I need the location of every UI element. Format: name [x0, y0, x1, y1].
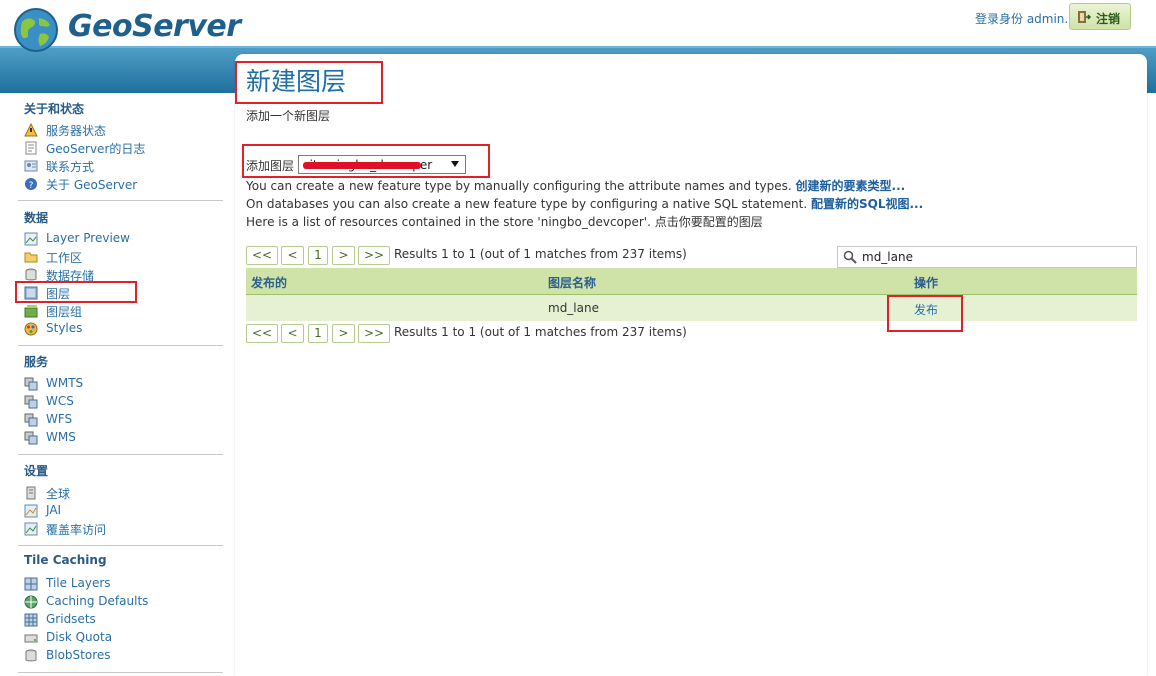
- sidebar-item-label: Disk Quota: [46, 630, 113, 644]
- blobstores-icon: [25, 649, 37, 662]
- sidebar-item-label: 覆盖率访问: [46, 523, 107, 537]
- highlight-box: [235, 61, 383, 104]
- global-icon: [26, 486, 36, 500]
- sidebar-divider: [18, 454, 223, 455]
- tile-layers-icon: [24, 577, 38, 591]
- sidebar-item-label: WMTS: [46, 376, 84, 390]
- workspace-icon: [24, 252, 38, 263]
- sidebar-divider: [18, 545, 223, 546]
- store-icon: [25, 268, 37, 281]
- sidebar-item-label: WFS: [46, 412, 73, 426]
- logout-icon: [1078, 11, 1091, 23]
- pager-prev-button[interactable]: <: [281, 246, 304, 265]
- pager-first-button[interactable]: <<: [246, 246, 278, 265]
- sidebar-item-label: BlobStores: [46, 648, 111, 662]
- info-text: You can create a new feature type by man…: [246, 179, 792, 193]
- search-input[interactable]: [862, 249, 1122, 265]
- sidebar-item-label: Caching Defaults: [46, 594, 149, 608]
- geoserver-logo-text: GeoServer: [68, 9, 241, 44]
- sidebar-item-label: WCS: [46, 394, 74, 408]
- sidebar-divider: [18, 672, 223, 673]
- search-icon: [843, 250, 857, 264]
- sidebar-item-label: Layer Preview: [46, 231, 130, 245]
- sidebar-item-label: 工作区: [46, 251, 83, 265]
- pager-last-button[interactable]: >>: [358, 324, 390, 343]
- column-header-action: 操作: [914, 276, 939, 290]
- sidebar-item-label: Styles: [46, 321, 83, 335]
- sidebar: 关于和状态 服务器状态 GeoServer的日志 联系方式 ? 关于 GeoSe…: [0, 91, 235, 676]
- logout-label: 注销: [1096, 12, 1121, 26]
- sidebar-item-label: JAI: [46, 503, 62, 517]
- disk-quota-icon: [24, 634, 38, 643]
- service-icon: [24, 395, 38, 409]
- highlight-box: [887, 295, 963, 332]
- service-icon: [24, 413, 38, 427]
- sidebar-item-label: WMS: [46, 430, 76, 444]
- jai-icon: [24, 504, 38, 518]
- table-header: 发布的 图层名称 操作: [246, 268, 1137, 295]
- sidebar-section-settings: 设置: [24, 464, 49, 478]
- sidebar-section-about: 关于和状态: [24, 102, 85, 116]
- layergroup-icon: [24, 305, 38, 318]
- configure-sql-view-link[interactable]: 配置新的SQL视图...: [811, 197, 923, 211]
- create-feature-type-link[interactable]: 创建新的要素类型...: [796, 179, 906, 193]
- cell-layer-name: md_lane: [548, 301, 599, 315]
- sidebar-item-label: 全球: [46, 487, 71, 501]
- sidebar-divider: [18, 200, 223, 201]
- about-icon: ?: [25, 178, 37, 191]
- sidebar-section-tile-caching: Tile Caching: [24, 553, 107, 567]
- pager-result-text: Results 1 to 1 (out of 1 matches from 23…: [394, 325, 687, 339]
- pager-next-button[interactable]: >: [332, 246, 355, 265]
- login-status: 登录身份 admin.: [975, 12, 1069, 26]
- search-field[interactable]: [837, 246, 1137, 268]
- layer-preview-icon: [24, 232, 38, 246]
- column-header-published[interactable]: 发布的: [251, 274, 287, 291]
- sidebar-item-label: GeoServer的日志: [46, 142, 146, 156]
- styles-icon: [24, 322, 38, 336]
- sidebar-item-label: Gridsets: [46, 612, 96, 626]
- geoserver-globe-icon: [14, 8, 58, 52]
- sidebar-item-label: 联系方式: [46, 160, 95, 174]
- pager-last-button[interactable]: >>: [358, 246, 390, 265]
- info-line-sql-view: On databases you can also create a new f…: [246, 195, 923, 212]
- service-icon: [24, 431, 38, 445]
- caching-defaults-icon: [24, 595, 38, 609]
- highlight-box: [15, 281, 137, 303]
- page-subtitle: 添加一个新图层: [246, 109, 331, 123]
- info-text: On databases you can also create a new f…: [246, 197, 808, 211]
- gridsets-icon: [24, 613, 38, 627]
- sidebar-section-data: 数据: [24, 211, 49, 225]
- info-line-resources: Here is a list of resources contained in…: [246, 215, 763, 229]
- column-header-layer-name[interactable]: 图层名称: [548, 274, 596, 291]
- coverage-icon: [24, 522, 38, 536]
- sidebar-item-label: Tile Layers: [46, 576, 111, 590]
- pager-result-text: Results 1 to 1 (out of 1 matches from 23…: [394, 247, 687, 261]
- log-icon: [25, 141, 37, 155]
- sidebar-item-label: 关于 GeoServer: [46, 178, 138, 192]
- sidebar-section-services: 服务: [24, 355, 49, 369]
- server-status-icon: [24, 123, 38, 137]
- sidebar-divider: [18, 345, 223, 346]
- sidebar-item-label: 服务器状态: [46, 124, 107, 138]
- contact-icon: [24, 160, 38, 172]
- pager-next-button[interactable]: >: [332, 324, 355, 343]
- logout-button[interactable]: 注销: [1069, 3, 1131, 30]
- highlight-box: [242, 144, 490, 178]
- table-row: md_lane 发布: [246, 295, 1137, 321]
- pager-first-button[interactable]: <<: [246, 324, 278, 343]
- sidebar-item-label: 图层组: [46, 305, 83, 319]
- info-line-feature-type: You can create a new feature type by man…: [246, 177, 905, 194]
- pager-page-button[interactable]: 1: [308, 246, 328, 265]
- service-icon: [24, 377, 38, 391]
- pager-prev-button[interactable]: <: [281, 324, 304, 343]
- svg-text:?: ?: [29, 181, 34, 191]
- pager-page-button[interactable]: 1: [308, 324, 328, 343]
